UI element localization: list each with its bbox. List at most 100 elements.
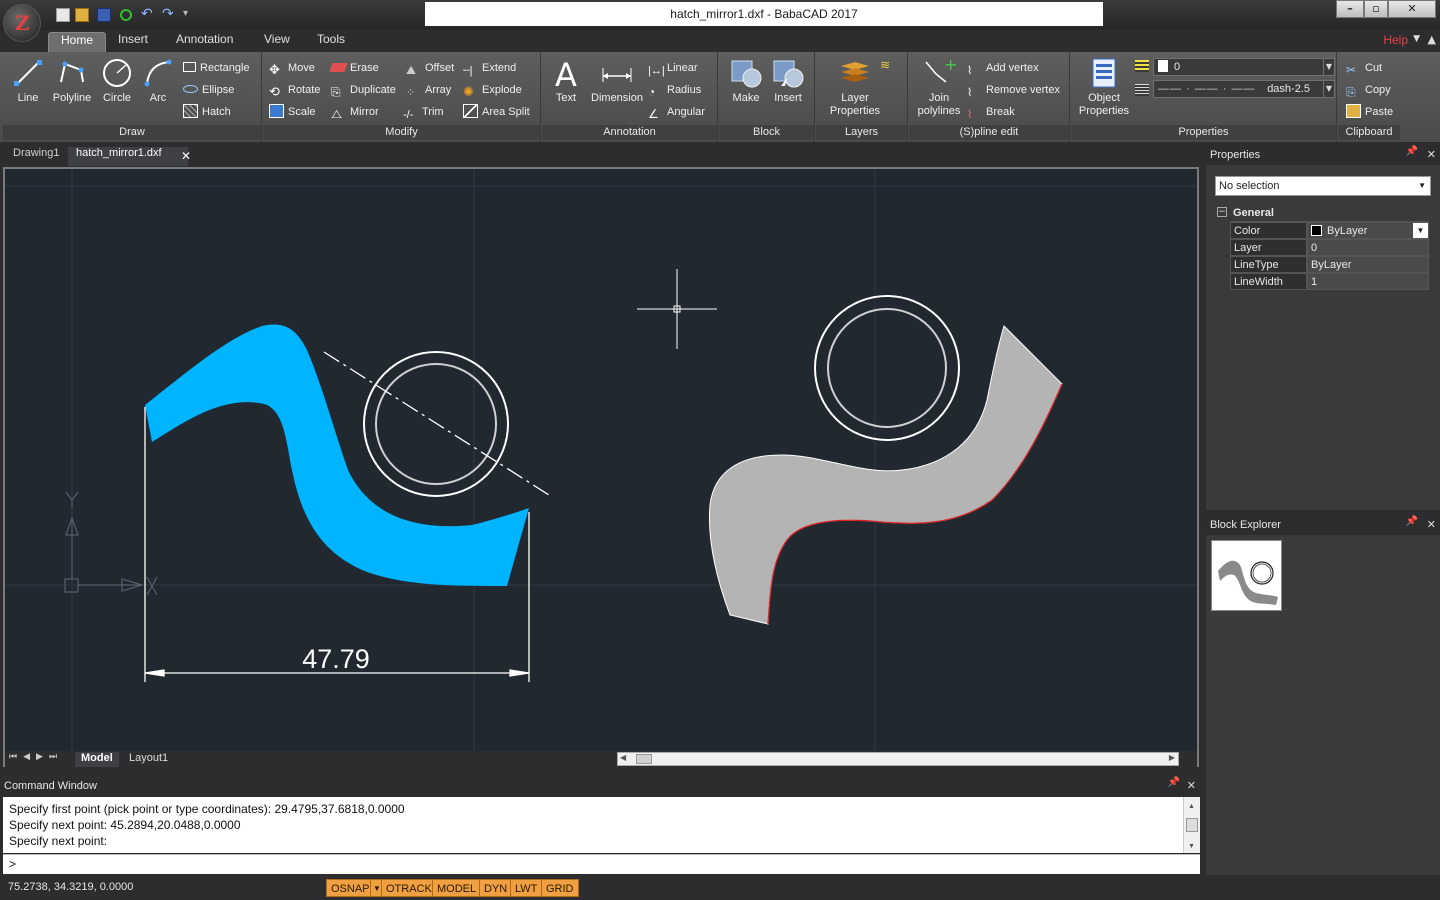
minimize-button[interactable]: – — [1336, 0, 1364, 18]
command-input[interactable]: > — [3, 854, 1200, 874]
radius-dim-button[interactable]: ◔ Radius — [648, 81, 701, 99]
layer-properties-button[interactable]: Layer Properties — [824, 56, 886, 118]
ribbon-collapse-icon[interactable]: ▲ — [1428, 33, 1436, 46]
layout-tab-model[interactable]: Model — [75, 752, 119, 767]
arc-button[interactable]: Arc — [139, 56, 177, 105]
grid-toggle[interactable]: GRID — [541, 879, 579, 897]
close-tab-icon[interactable]: ✕ — [181, 149, 191, 163]
layer-state-icon[interactable]: ≋ — [880, 58, 896, 72]
property-row-linetype[interactable]: LineType ByLayer — [1230, 256, 1429, 273]
tab-view[interactable]: View — [252, 32, 302, 52]
close-button[interactable]: ✕ — [1388, 0, 1436, 18]
property-row-linewidth[interactable]: LineWidth 1 — [1230, 273, 1429, 290]
copy-button[interactable]: ⎘ Copy — [1346, 81, 1391, 99]
close-panel-icon[interactable]: ✕ — [1427, 516, 1436, 534]
doc-tab-drawing1[interactable]: Drawing1 — [5, 147, 67, 166]
scale-button[interactable]: Scale — [269, 103, 316, 121]
selection-dropdown[interactable]: No selection ▼ — [1215, 176, 1431, 196]
chevron-down-icon[interactable]: ▼ — [1413, 223, 1428, 238]
title-bar: ↶ ↷ ▾ hatch_mirror1.dxf - BabaCAD 2017 –… — [0, 0, 1440, 30]
scroll-left-arrow[interactable]: ◀ — [620, 753, 626, 762]
quick-access-dropdown-icon[interactable]: ▾ — [183, 8, 197, 22]
new-file-icon[interactable] — [56, 8, 70, 22]
array-button[interactable]: ⁘ Array — [406, 81, 451, 99]
rectangle-button[interactable]: Rectangle — [183, 59, 250, 77]
make-block-button[interactable]: Make — [725, 56, 767, 105]
save-icon[interactable] — [97, 8, 111, 22]
maximize-button[interactable]: ▫ — [1364, 0, 1388, 18]
scroll-down-arrow[interactable]: ▼ — [1188, 839, 1195, 855]
horizontal-scrollbar[interactable]: ◀ ▶ — [617, 752, 1179, 766]
pin-icon[interactable]: 📌 — [1406, 516, 1418, 527]
command-line: Specify first point (pick point or type … — [9, 802, 405, 816]
duplicate-button[interactable]: ⎘ Duplicate — [331, 81, 396, 99]
block-thumbnail[interactable] — [1211, 540, 1282, 611]
scroll-right-arrow[interactable]: ▶ — [1169, 753, 1175, 762]
mirror-button[interactable]: ⧍ Mirror — [331, 103, 379, 121]
remove-vertex-button[interactable]: ⌇ Remove vertex — [967, 81, 1060, 99]
close-panel-icon[interactable]: ✕ — [1427, 146, 1436, 164]
tab-insert[interactable]: Insert — [106, 32, 160, 52]
line-button[interactable]: Line — [7, 56, 49, 105]
rotate-icon: ⟲ — [269, 84, 280, 99]
move-button[interactable]: ✥ Move — [269, 59, 315, 77]
layout-nav-arrows[interactable]: ⏮◀▶⏭ — [9, 752, 63, 762]
help-dropdown-icon[interactable]: ▼ — [1413, 34, 1420, 44]
linetype-select[interactable]: —— · —— · —— dash-2.5 — [1153, 80, 1325, 98]
collapse-section-icon[interactable]: − — [1217, 207, 1227, 217]
add-vertex-button[interactable]: ⌇ Add vertex — [967, 59, 1039, 77]
drawing-canvas[interactable]: 47.79 ⏮◀▶⏭ Model Layout1 ◀ ▶ — [3, 167, 1199, 767]
linetype-dropdown-arrow[interactable]: ▼ — [1323, 80, 1335, 98]
property-row-layer[interactable]: Layer 0 — [1230, 239, 1429, 256]
break-button[interactable]: ⌇ Break — [967, 103, 1015, 121]
text-button[interactable]: A Text — [546, 56, 586, 105]
pin-icon[interactable]: 📌 — [1168, 777, 1180, 788]
tab-annotation[interactable]: Annotation — [164, 32, 245, 52]
insert-block-button[interactable]: Insert — [767, 56, 809, 105]
circle-tool-icon[interactable] — [120, 9, 132, 21]
tab-tools[interactable]: Tools — [305, 32, 357, 52]
app-menu-button[interactable]: Z — [3, 4, 41, 42]
layer-dropdown-arrow[interactable]: ▼ — [1323, 58, 1335, 76]
rotate-button[interactable]: ⟲ Rotate — [269, 81, 320, 99]
polyline-button[interactable]: Polyline — [49, 56, 95, 105]
redo-icon[interactable]: ↷ — [162, 7, 176, 22]
scrollbar-thumb[interactable] — [1186, 818, 1198, 832]
model-toggle[interactable]: MODEL — [432, 879, 482, 897]
scrollbar-thumb[interactable] — [636, 754, 652, 764]
help-menu[interactable]: Help — [1383, 33, 1408, 47]
lwt-toggle[interactable]: LWT — [510, 879, 543, 897]
close-panel-icon[interactable]: ✕ — [1187, 777, 1196, 795]
tab-home[interactable]: Home — [48, 32, 107, 52]
angular-dim-icon: ∠ — [648, 107, 659, 121]
layer-select[interactable]: 0 — [1153, 58, 1325, 76]
explode-button[interactable]: ✺ Explode — [463, 81, 522, 99]
circle-button[interactable]: Circle — [97, 56, 137, 105]
open-folder-icon[interactable] — [75, 8, 89, 22]
otrack-toggle[interactable]: OTRACK — [381, 879, 437, 897]
cut-button[interactable]: ✂ Cut — [1346, 59, 1382, 77]
paste-button[interactable]: Paste — [1346, 103, 1393, 121]
offset-button[interactable]: ⛰ Offset — [406, 59, 454, 77]
object-properties-button[interactable]: Object Properties — [1073, 56, 1135, 118]
dimension-button[interactable]: Dimension — [588, 56, 646, 105]
doc-tab-hatch-mirror[interactable]: hatch_mirror1.dxf — [68, 147, 188, 166]
area-split-button[interactable]: Area Split — [463, 103, 530, 121]
osnap-toggle[interactable]: OSNAP — [326, 879, 375, 897]
dyn-toggle[interactable]: DYN — [479, 879, 513, 897]
erase-button[interactable]: Erase — [329, 59, 379, 77]
property-row-color[interactable]: Color ByLayer ▼ — [1230, 222, 1429, 239]
pin-icon[interactable]: 📌 — [1406, 146, 1418, 157]
drawing-viewport[interactable]: 47.79 — [5, 169, 1197, 751]
join-polylines-button[interactable]: + Join polylines — [913, 56, 965, 118]
extend-button[interactable]: ╌| Extend — [463, 59, 516, 77]
trim-button[interactable]: -/- Trim — [403, 103, 444, 121]
undo-icon[interactable]: ↶ — [141, 7, 155, 22]
linear-dim-button[interactable]: |↔| Linear — [648, 59, 698, 77]
command-scrollbar[interactable]: ▲ ▼ — [1183, 797, 1200, 853]
hatch-button[interactable]: Hatch — [183, 103, 231, 121]
layout-tab-layout1[interactable]: Layout1 — [123, 752, 174, 767]
angular-dim-button[interactable]: ∠ Angular — [648, 103, 705, 121]
scroll-up-arrow[interactable]: ▲ — [1188, 799, 1195, 815]
ellipse-button[interactable]: Ellipse — [183, 81, 234, 99]
